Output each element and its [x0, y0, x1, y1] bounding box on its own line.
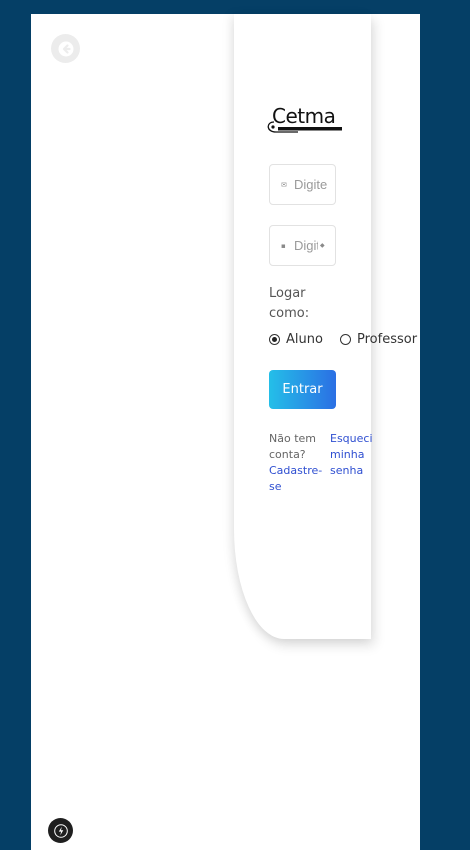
bottom-widget-button[interactable] — [48, 818, 73, 843]
arrow-left-icon — [58, 41, 73, 56]
radio-aluno-label: Aluno — [286, 332, 323, 347]
page-container: Cetma ✉ ▪ ◆ Logar como: Aluno Professor … — [31, 14, 420, 850]
envelope-icon: ✉ — [281, 180, 287, 189]
login-as-label: Logar como: — [269, 286, 310, 321]
radio-selected-dot — [272, 337, 277, 342]
no-account-text: Não tem conta? — [269, 432, 316, 461]
cetma-logo: Cetma — [264, 104, 344, 138]
password-field[interactable]: ▪ ◆ — [269, 225, 336, 266]
signup-block: Não tem conta? Cadastre-se — [269, 431, 329, 495]
email-input[interactable] — [289, 177, 330, 192]
radio-professor[interactable]: Professor — [340, 332, 417, 347]
lock-icon: ▪ — [281, 241, 286, 250]
password-input[interactable] — [289, 238, 318, 253]
forgot-password-link[interactable]: Esqueci minha senha — [330, 431, 373, 479]
signup-link[interactable]: Cadastre-se — [269, 464, 322, 493]
entrar-button[interactable]: Entrar — [269, 370, 336, 409]
email-field[interactable]: ✉ — [269, 164, 336, 205]
login-card: Cetma ✉ ▪ ◆ Logar como: Aluno Professor … — [234, 14, 417, 639]
eye-icon[interactable]: ◆ — [320, 242, 325, 249]
radio-aluno[interactable]: Aluno — [269, 332, 323, 347]
radio-professor-circle[interactable] — [340, 334, 351, 345]
svg-text:Cetma: Cetma — [272, 106, 335, 128]
radio-professor-label: Professor — [357, 332, 418, 347]
back-button[interactable] — [51, 34, 80, 63]
radio-aluno-circle[interactable] — [269, 334, 280, 345]
bolt-icon — [53, 823, 68, 838]
